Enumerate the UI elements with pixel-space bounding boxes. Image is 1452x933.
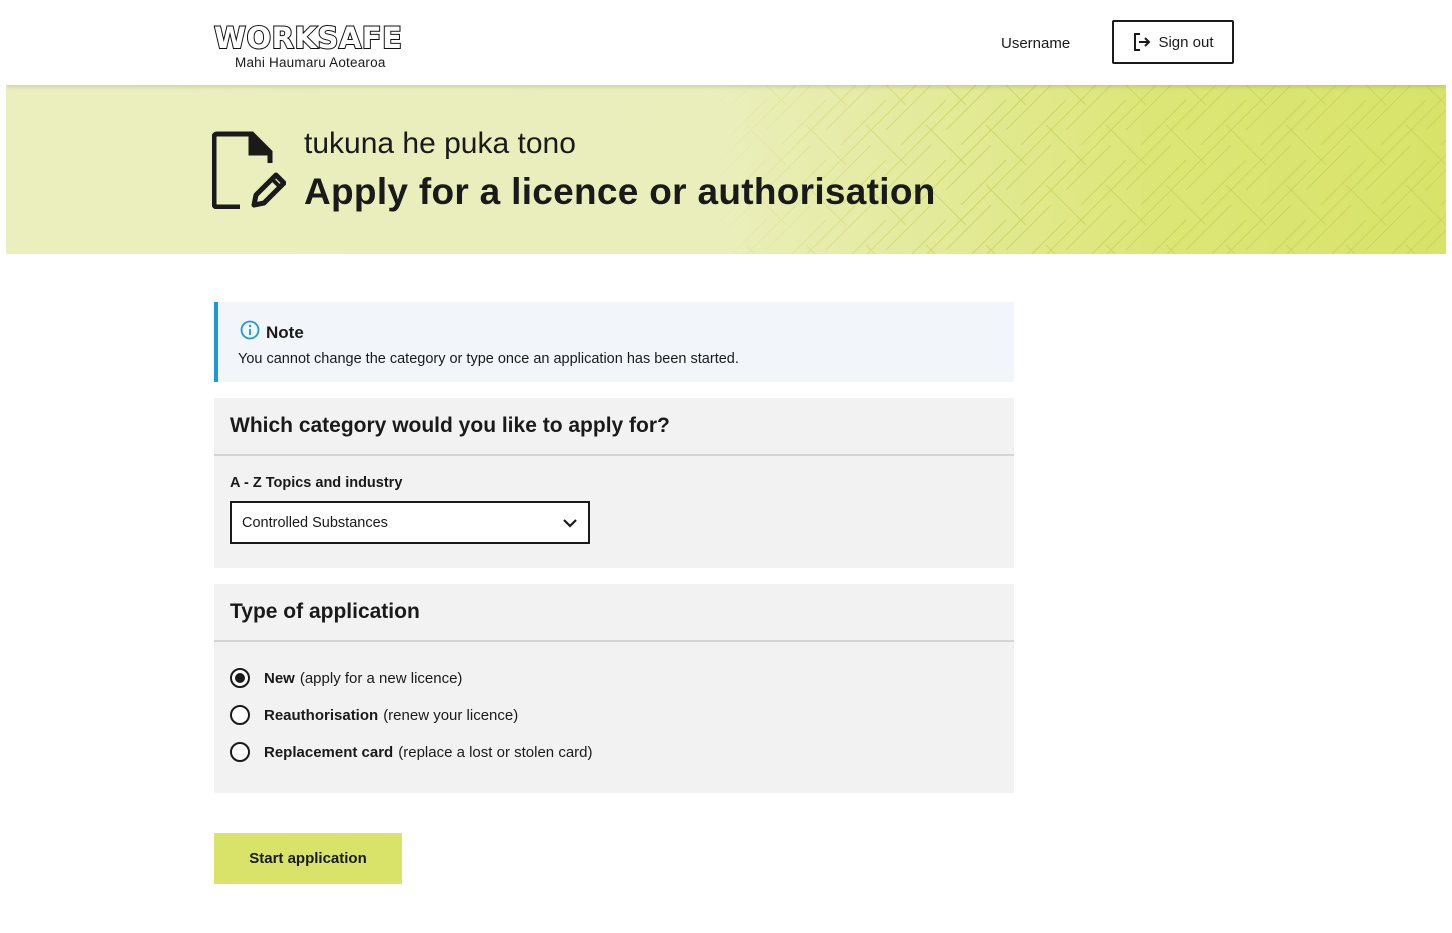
banner-pattern: [706, 85, 1446, 254]
site-header: WORKSAFE Mahi Haumaru Aotearoa Username …: [6, 0, 1446, 85]
radio-label: Replacement card: [264, 743, 394, 761]
note-header: Note: [240, 320, 304, 345]
category-field-label: A - Z Topics and industry: [230, 475, 403, 491]
info-icon: [240, 320, 260, 345]
page: WORKSAFE Mahi Haumaru Aotearoa Username …: [6, 0, 1446, 933]
note-title: Note: [266, 322, 304, 342]
radio-button[interactable]: [230, 705, 250, 725]
application-type-heading: Type of application: [214, 584, 1014, 642]
logo-subtitle: Mahi Haumaru Aotearoa: [235, 55, 386, 70]
sign-out-icon: [1132, 32, 1152, 52]
application-type-panel: Type of application New (apply for a new…: [214, 584, 1014, 793]
radio-button[interactable]: [230, 742, 250, 762]
logo-wordmark: WORKSAFE: [213, 21, 403, 55]
category-panel: Which category would you like to apply f…: [214, 398, 1014, 568]
category-selected-value: Controlled Substances: [242, 514, 388, 531]
note-callout: Note You cannot change the category or t…: [214, 302, 1014, 382]
start-application-button[interactable]: Start application: [214, 833, 402, 884]
page-title: Apply for a licence or authorisation: [304, 171, 936, 212]
radio-option-replacement-card[interactable]: Replacement card (replace a lost or stol…: [230, 742, 593, 762]
document-edit-icon: [211, 131, 287, 214]
chevron-down-icon: [562, 515, 578, 535]
radio-option-reauthorisation[interactable]: Reauthorisation (renew your licence): [230, 705, 518, 725]
radio-option-new[interactable]: New (apply for a new licence): [230, 668, 462, 688]
note-text: You cannot change the category or type o…: [238, 351, 739, 367]
radio-hint: (replace a lost or stolen card): [398, 743, 593, 761]
category-heading: Which category would you like to apply f…: [214, 398, 1014, 456]
radio-button[interactable]: [230, 668, 250, 688]
username-label: Username: [1001, 35, 1071, 52]
radio-label: Reauthorisation: [264, 706, 379, 724]
page-subtitle: tukuna he puka tono: [304, 127, 576, 160]
radio-hint: (renew your licence): [383, 706, 519, 724]
radio-hint: (apply for a new licence): [299, 669, 463, 687]
sign-out-button[interactable]: Sign out: [1112, 20, 1234, 64]
radio-label: New: [264, 669, 295, 687]
category-select[interactable]: Controlled Substances: [230, 501, 590, 544]
worksafe-logo[interactable]: WORKSAFE Mahi Haumaru Aotearoa: [213, 21, 403, 70]
sign-out-label: Sign out: [1158, 33, 1214, 51]
page-banner: tukuna he puka tono Apply for a licence …: [6, 85, 1446, 254]
